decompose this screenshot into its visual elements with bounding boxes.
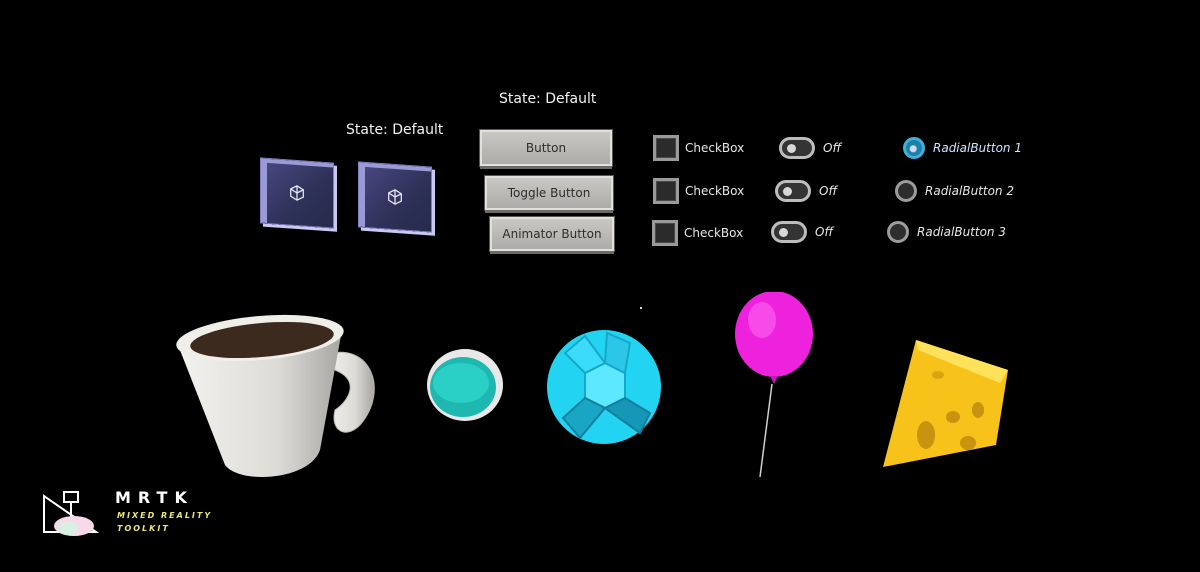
toggle-switch-1[interactable]: Off bbox=[779, 137, 841, 159]
buttons-state-label: State: Default bbox=[499, 91, 597, 107]
checkbox-label: CheckBox bbox=[685, 184, 745, 198]
tiles-state-label: State: Default bbox=[346, 122, 444, 138]
radial-button-2[interactable]: RadialButton 2 bbox=[895, 180, 1014, 202]
radial-button-1[interactable]: RadialButton 1 bbox=[903, 137, 1022, 159]
toggle-label: Off bbox=[815, 225, 834, 239]
radial-dot[interactable] bbox=[903, 137, 925, 159]
toggle-switch-2[interactable]: Off bbox=[775, 180, 837, 202]
radial-label: RadialButton 3 bbox=[917, 225, 1006, 239]
holographic-tile-2[interactable] bbox=[358, 161, 432, 233]
radial-dot[interactable] bbox=[895, 180, 917, 202]
radial-label: RadialButton 2 bbox=[925, 184, 1014, 198]
teal-push-button[interactable] bbox=[425, 347, 515, 427]
cheese[interactable] bbox=[878, 335, 1013, 475]
checkbox-box[interactable] bbox=[653, 178, 679, 204]
toggle-label: Off bbox=[823, 141, 842, 155]
toggle-switch-3[interactable]: Off bbox=[771, 221, 833, 243]
toggle-track[interactable] bbox=[775, 180, 811, 202]
checkbox-label: CheckBox bbox=[684, 226, 744, 240]
mrtk-subtitle-2: TOOLKIT bbox=[117, 524, 170, 533]
dot-marker bbox=[640, 307, 642, 309]
animator-button[interactable]: Animator Button bbox=[490, 217, 614, 251]
radial-button-3[interactable]: RadialButton 3 bbox=[887, 221, 1006, 243]
checkbox-1[interactable]: CheckBox bbox=[653, 135, 744, 161]
holographic-tile-1[interactable] bbox=[260, 157, 334, 229]
button[interactable]: Button bbox=[480, 130, 612, 166]
radial-label: RadialButton 1 bbox=[933, 141, 1022, 155]
checkbox-box[interactable] bbox=[653, 135, 679, 161]
toggle-track[interactable] bbox=[771, 221, 807, 243]
cube-icon bbox=[388, 189, 402, 205]
mrtk-title: MRTK bbox=[115, 488, 194, 507]
checkbox-2[interactable]: CheckBox bbox=[653, 178, 744, 204]
icosphere[interactable] bbox=[545, 328, 663, 446]
checkbox-box[interactable] bbox=[652, 220, 678, 246]
cube-icon bbox=[290, 185, 304, 201]
balloon[interactable] bbox=[732, 292, 822, 482]
checkbox-3[interactable]: CheckBox bbox=[652, 220, 743, 246]
toggle-button[interactable]: Toggle Button bbox=[485, 176, 613, 210]
radial-dot[interactable] bbox=[887, 221, 909, 243]
toggle-label: Off bbox=[819, 184, 838, 198]
mrtk-subtitle-1: MIXED REALITY bbox=[117, 511, 213, 520]
checkbox-label: CheckBox bbox=[685, 141, 745, 155]
toggle-track[interactable] bbox=[779, 137, 815, 159]
coffee-cup[interactable] bbox=[170, 300, 390, 480]
mrtk-logo-icon bbox=[43, 491, 100, 536]
